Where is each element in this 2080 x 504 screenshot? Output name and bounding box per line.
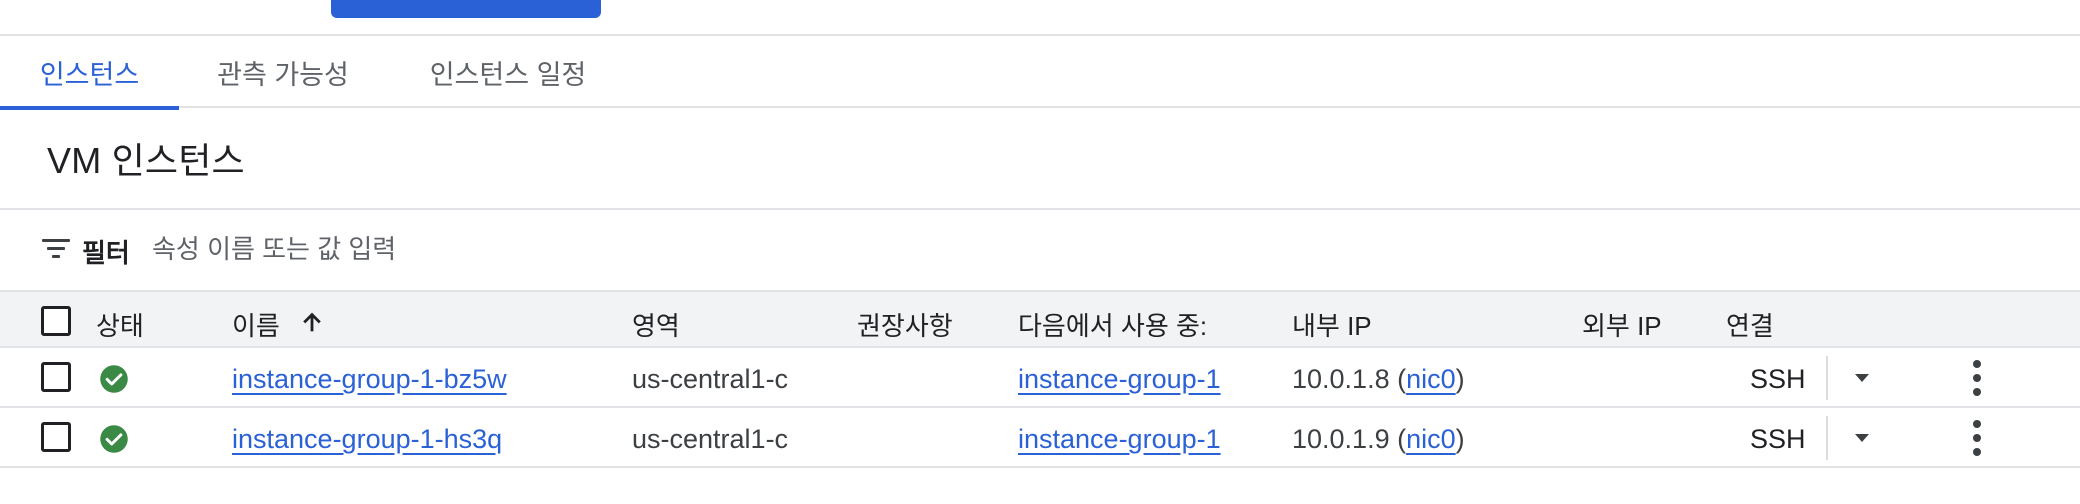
column-header-status[interactable]: 상태 (96, 306, 144, 343)
more-vert-icon[interactable] (1968, 420, 1986, 456)
internal-ip-value: 10.0.1.9 (1292, 424, 1390, 454)
top-action-button[interactable] (331, 0, 601, 18)
in-use-by-link[interactable]: instance-group-1 (1018, 424, 1221, 455)
divider (1826, 356, 1828, 400)
column-header-name[interactable]: 이름 (232, 306, 280, 343)
ssh-button[interactable]: SSH (1750, 424, 1806, 455)
zone-cell: us-central1-c (632, 364, 789, 394)
page-title: VM 인스턴스 (47, 140, 245, 181)
internal-ip-cell: 10.0.1.9 (nic0) (1292, 424, 1465, 454)
nic-link[interactable]: nic0 (1406, 424, 1456, 454)
tab-instance-schedules[interactable]: 인스턴스 일정 (416, 36, 600, 108)
check-circle-icon (100, 425, 128, 453)
arrow-drop-down-icon[interactable] (1852, 372, 1872, 384)
column-header-in-use-by[interactable]: 다음에서 사용 중: (1018, 306, 1207, 343)
instance-name-link[interactable]: instance-group-1-hs3q (232, 424, 502, 455)
in-use-by-link[interactable]: instance-group-1 (1018, 364, 1221, 395)
arrow-upward-icon[interactable] (298, 308, 326, 336)
tab-observability[interactable]: 관측 가능성 (200, 36, 366, 108)
column-header-zone[interactable]: 영역 (632, 306, 680, 343)
filter-label: 필터 (82, 238, 130, 268)
tab-instances[interactable]: 인스턴스 (0, 36, 179, 110)
row-checkbox[interactable] (41, 422, 71, 452)
instance-name-link[interactable]: instance-group-1-bz5w (232, 364, 507, 395)
column-header-internal-ip[interactable]: 내부 IP (1292, 306, 1372, 343)
table-row: instance-group-1-hs3q us-central1-c inst… (0, 408, 2080, 468)
ssh-button[interactable]: SSH (1750, 364, 1806, 395)
zone-cell: us-central1-c (632, 424, 789, 454)
filter-bar: 필터 (0, 210, 2080, 290)
internal-ip-cell: 10.0.1.8 (nic0) (1292, 364, 1465, 394)
arrow-drop-down-icon[interactable] (1852, 432, 1872, 444)
row-checkbox[interactable] (41, 362, 71, 392)
column-header-connect[interactable]: 연결 (1726, 306, 1774, 343)
column-header-recommendation[interactable]: 권장사항 (857, 306, 953, 343)
table-row: instance-group-1-bz5w us-central1-c inst… (0, 348, 2080, 408)
internal-ip-value: 10.0.1.8 (1292, 364, 1390, 394)
check-circle-icon (100, 365, 128, 393)
select-all-checkbox[interactable] (41, 306, 71, 336)
filter-input[interactable] (152, 226, 1052, 272)
filter-list-icon[interactable] (42, 238, 70, 260)
tab-bar: 인스턴스 관측 가능성 인스턴스 일정 (0, 36, 2080, 110)
column-header-external-ip[interactable]: 외부 IP (1582, 306, 1662, 343)
more-vert-icon[interactable] (1968, 360, 1986, 396)
nic-link[interactable]: nic0 (1406, 364, 1456, 394)
table-header: 상태 이름 영역 권장사항 다음에서 사용 중: 내부 IP 외부 IP 연결 (0, 290, 2080, 348)
divider (1826, 416, 1828, 460)
